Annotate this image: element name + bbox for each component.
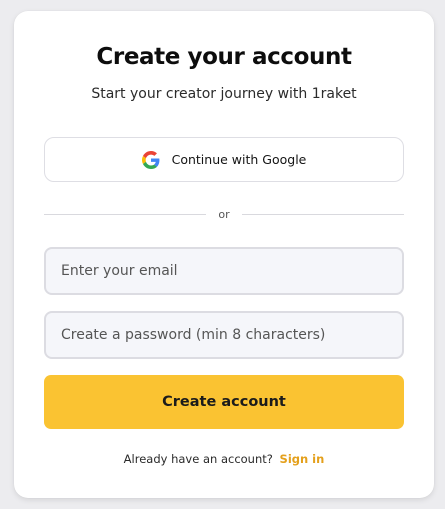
google-g-icon [141,150,160,169]
divider-line-left [44,213,207,215]
password-field[interactable] [44,311,404,359]
signin-prompt-text: Already have an account? [123,452,273,466]
divider-line-right [241,213,405,215]
email-field[interactable] [44,247,404,295]
signin-link[interactable]: Sign in [280,452,325,466]
continue-with-google-button[interactable]: Continue with Google [44,137,404,182]
create-account-button[interactable]: Create account [44,375,404,429]
page-title: Create your account [96,44,352,70]
divider-text: or [218,207,230,221]
signup-card: Create your account Start your creator j… [14,11,434,498]
page-subtitle: Start your creator journey with 1raket [91,86,357,102]
or-divider: or [44,207,405,221]
signin-prompt: Already have an account? Sign in [14,452,434,466]
google-button-label: Continue with Google [171,152,307,167]
